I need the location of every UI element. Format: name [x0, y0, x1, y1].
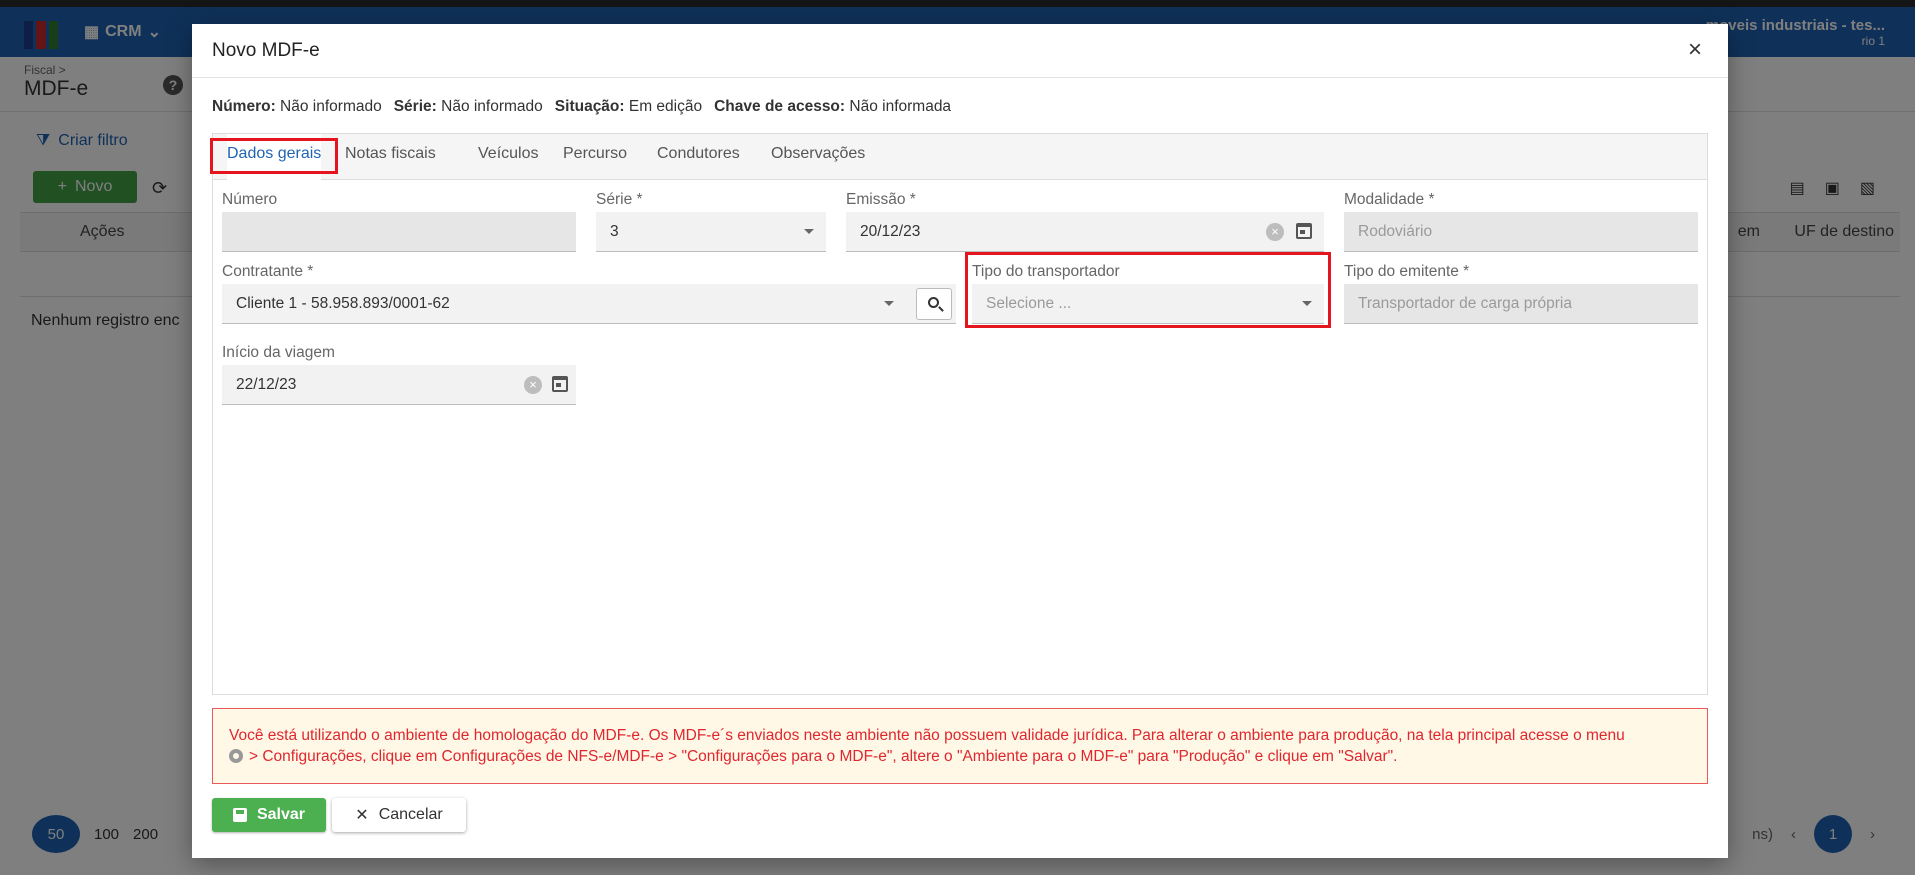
numero-label: Número	[222, 191, 278, 208]
tipo-emitente-label: Tipo do emitente *	[1344, 263, 1470, 280]
search-icon	[928, 297, 939, 308]
serie-select[interactable]: 3	[596, 212, 826, 252]
tab-notas-fiscais[interactable]: Notas fiscais	[345, 134, 436, 180]
info-serie: Série: Não informado	[393, 98, 543, 115]
warning-line-2: > Configurações, clique em Configurações…	[249, 748, 1398, 765]
save-button-label: Salvar	[256, 806, 306, 823]
caret-down-icon	[884, 301, 894, 306]
cancel-button-label: Cancelar	[378, 806, 443, 823]
tipo-transportador-placeholder: Selecione ...	[986, 294, 1072, 312]
cancel-button[interactable]: ✕ Cancelar	[332, 798, 466, 832]
save-button[interactable]: Salvar	[212, 798, 326, 832]
contratante-select[interactable]: Cliente 1 - 58.958.893/0001-62	[222, 284, 956, 324]
contratante-label: Contratante *	[222, 263, 314, 280]
tab-veiculos[interactable]: Veículos	[478, 134, 538, 180]
clear-icon[interactable]: ×	[1266, 223, 1284, 241]
emissao-value: 20/12/23	[860, 222, 921, 240]
serie-value: 3	[610, 222, 619, 240]
dialog-header: Novo MDF-e ×	[192, 24, 1728, 78]
serie-label: Série *	[596, 191, 643, 208]
tipo-transportador-select[interactable]: Selecione ...	[972, 284, 1324, 324]
dialog-title: Novo MDF-e	[212, 40, 320, 61]
inicio-viagem-value: 22/12/23	[236, 375, 297, 393]
modalidade-label: Modalidade *	[1344, 191, 1435, 208]
floppy-disk-icon	[232, 808, 247, 822]
document-info-line: Número: Não informado Série: Não informa…	[212, 98, 951, 116]
calendar-icon[interactable]	[1296, 223, 1312, 239]
tab-percurso[interactable]: Percurso	[563, 134, 627, 180]
tipo-transportador-label: Tipo do transportador	[972, 263, 1120, 280]
caret-down-icon	[1302, 301, 1312, 306]
tab-observacoes[interactable]: Observações	[771, 134, 865, 180]
tab-highlight-marker	[210, 138, 338, 174]
tab-condutores[interactable]: Condutores	[657, 134, 740, 180]
inicio-viagem-label: Início da viagem	[222, 344, 335, 361]
search-button[interactable]	[916, 288, 952, 320]
close-icon[interactable]: ×	[1684, 38, 1706, 62]
contratante-value: Cliente 1 - 58.958.893/0001-62	[236, 294, 450, 312]
clear-icon[interactable]: ×	[524, 376, 542, 394]
info-chave-acesso: Chave de acesso: Não informada	[714, 98, 952, 115]
new-mdfe-dialog: Novo MDF-e × Número: Não informado Série…	[192, 24, 1728, 858]
tabs-panel: Dados gerais Notas fiscais Veículos Perc…	[210, 133, 1708, 695]
calendar-icon[interactable]	[552, 376, 568, 392]
close-icon: ✕	[355, 807, 369, 824]
gear-icon	[229, 749, 243, 763]
caret-down-icon	[804, 229, 814, 234]
emissao-label: Emissão *	[846, 191, 916, 208]
warning-line-1: Você está utilizando o ambiente de homol…	[229, 727, 1625, 744]
tab-bar: Dados gerais Notas fiscais Veículos Perc…	[210, 134, 1707, 180]
modalidade-field: Rodoviário	[1344, 212, 1698, 252]
emissao-date-input[interactable]: 20/12/23 ×	[846, 212, 1324, 252]
homologation-warning: Você está utilizando o ambiente de homol…	[212, 708, 1708, 784]
numero-field	[222, 212, 576, 252]
tipo-emitente-field: Transportador de carga própria	[1344, 284, 1698, 324]
info-numero: Número: Não informado	[212, 98, 382, 115]
info-situacao: Situação: Em edição	[554, 98, 703, 115]
inicio-viagem-date-input[interactable]: 22/12/23 ×	[222, 365, 576, 405]
warning-line-2-wrap: > Configurações, clique em Configurações…	[229, 746, 1691, 767]
